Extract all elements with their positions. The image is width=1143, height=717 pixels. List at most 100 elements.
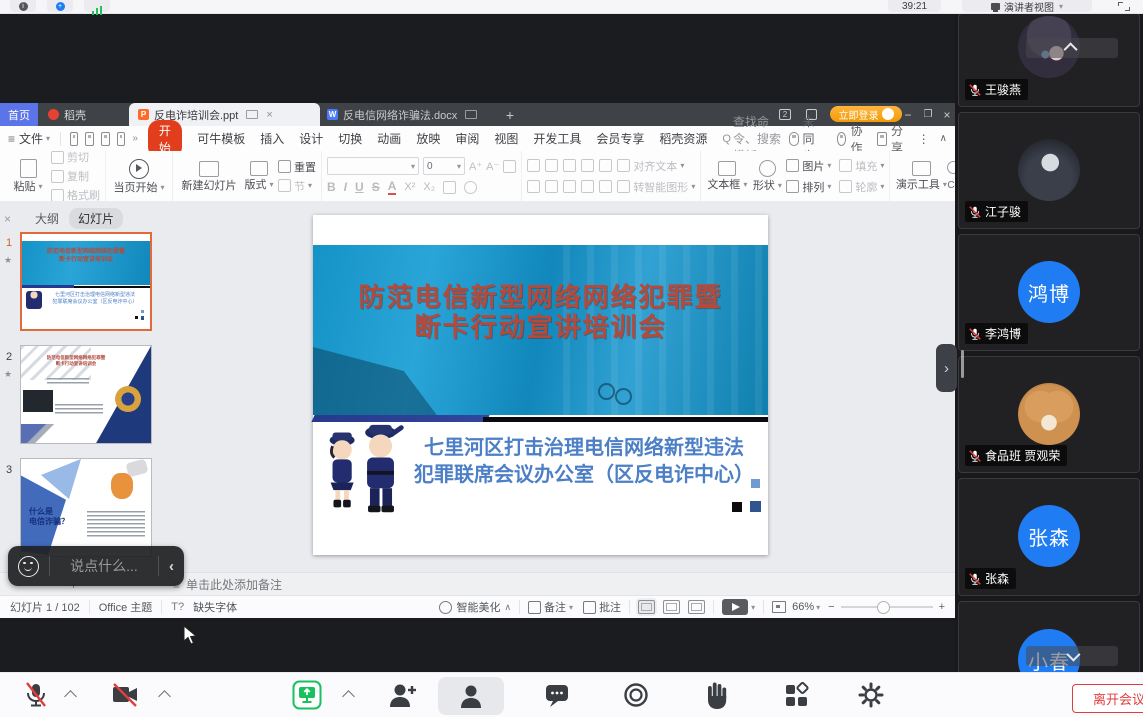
text-effect-icon[interactable]: [443, 181, 456, 194]
print-icon[interactable]: [101, 132, 110, 146]
participants-button[interactable]: [438, 677, 504, 715]
zoom-in-button[interactable]: +: [939, 601, 945, 613]
add-participant-button[interactable]: [388, 681, 418, 709]
participant-tile[interactable]: 江子骏: [958, 112, 1140, 229]
share-options-chevron[interactable]: [342, 690, 355, 703]
reading-view-button[interactable]: [688, 600, 705, 614]
scroll-up-button[interactable]: [1026, 38, 1118, 58]
clear-format-icon[interactable]: [503, 160, 516, 173]
menu-review[interactable]: 审阅: [455, 130, 479, 147]
participant-tile[interactable]: 食品班 贾观荣: [958, 356, 1140, 473]
subscript-button[interactable]: X₂: [423, 181, 435, 193]
zoom-out-button[interactable]: −: [828, 601, 834, 613]
expand-panel-handle[interactable]: ›: [936, 344, 957, 392]
zoom-slider[interactable]: [841, 606, 933, 608]
slide-sorter-view-button[interactable]: [663, 600, 680, 614]
align-center-icon[interactable]: [545, 180, 558, 193]
leave-meeting-button[interactable]: 离开会议: [1072, 684, 1143, 713]
menu-view[interactable]: 视图: [494, 130, 518, 147]
increase-font-button[interactable]: A⁺: [469, 160, 482, 173]
fullscreen-icon[interactable]: [1118, 2, 1130, 11]
more-vertical-icon[interactable]: ⋮: [918, 132, 930, 146]
notes-placeholder[interactable]: 单击此处添加备注: [186, 576, 282, 593]
picture-button[interactable]: 图片▾: [786, 158, 831, 174]
comments-toggle[interactable]: 批注: [583, 599, 621, 615]
menu-file[interactable]: 文件: [19, 130, 43, 147]
menu-insert[interactable]: 插入: [260, 130, 284, 147]
scroll-down-button[interactable]: [1026, 646, 1118, 666]
panel-scrollbar-thumb[interactable]: [961, 350, 964, 378]
slide-thumbnail-1[interactable]: 防范电信新型网络网络犯罪暨断卡行动宣讲培训会 七里河区打击治理电信网络新型违法犯…: [20, 232, 152, 331]
italic-button[interactable]: I: [344, 180, 347, 194]
align-text-button[interactable]: 对齐文本▾: [617, 158, 684, 174]
menu-keniu-template[interactable]: 可牛模板: [197, 130, 245, 147]
more-quick-icons[interactable]: »: [132, 133, 138, 144]
chat-button[interactable]: [543, 681, 571, 709]
smart-graphic-button[interactable]: 转智能图形▾: [617, 179, 695, 195]
decrease-font-button[interactable]: A⁻: [486, 160, 499, 173]
network-stats-button[interactable]: [84, 0, 110, 12]
participant-tile[interactable]: 张森 张森: [958, 478, 1140, 596]
smart-beautify-button[interactable]: 智能美化 ∧: [439, 599, 511, 615]
numbered-list-icon[interactable]: [545, 159, 558, 172]
tab-home[interactable]: 首页: [0, 103, 38, 126]
reset-button[interactable]: 重置: [278, 159, 316, 175]
slide-thumbnail-2[interactable]: 防范电信新型网络网络犯罪暨断卡行动宣讲培训会: [20, 345, 152, 444]
copy-button[interactable]: 复制: [51, 168, 100, 184]
info-button[interactable]: i: [10, 0, 36, 12]
notes-toggle[interactable]: 备注 ▾: [528, 599, 573, 615]
section-button[interactable]: 节▾: [278, 178, 316, 194]
participant-tile[interactable]: 鸿博 李鸿博: [958, 234, 1140, 351]
font-size-select[interactable]: 0▾: [423, 157, 465, 175]
font-family-select[interactable]: ▾: [327, 157, 419, 175]
slide-canvas[interactable]: 防范电信新型网络网络犯罪暨 断卡行动宣讲培训会: [313, 215, 768, 555]
line-spacing-icon[interactable]: [599, 180, 612, 193]
missing-font[interactable]: 缺失字体: [193, 599, 237, 615]
fit-slide-button[interactable]: [772, 601, 786, 613]
menu-devtools[interactable]: 开发工具: [533, 130, 581, 147]
share-screen-button[interactable]: [292, 680, 322, 710]
cut-button[interactable]: 剪切: [51, 149, 100, 165]
normal-view-button[interactable]: [638, 600, 655, 614]
collapse-ribbon-icon[interactable]: ∧: [940, 133, 947, 144]
quick-chat-bubble[interactable]: 说点什么... ‹: [8, 546, 184, 586]
highlight-icon[interactable]: [464, 181, 477, 194]
zoom-level[interactable]: 66%: [792, 601, 814, 613]
menu-transition[interactable]: 切换: [338, 130, 362, 147]
text-direction-icon[interactable]: [599, 159, 612, 172]
layout-button[interactable]: 版式▾: [240, 153, 278, 199]
chat-input-placeholder[interactable]: 说点什么...: [50, 556, 158, 576]
preview-icon[interactable]: [117, 132, 126, 146]
invite-button[interactable]: +: [47, 0, 73, 12]
mic-options-chevron[interactable]: [64, 690, 77, 703]
menu-daoke-res[interactable]: 稻壳资源: [659, 130, 707, 147]
paste-button[interactable]: 粘贴▾: [5, 153, 51, 199]
strikethrough-button[interactable]: S: [372, 180, 380, 194]
slide-thumbnail-3[interactable]: 什么是电信诈骗？: [20, 458, 152, 557]
collapse-chat-icon[interactable]: ‹: [159, 558, 184, 575]
bold-button[interactable]: B: [327, 180, 336, 194]
align-right-icon[interactable]: [563, 180, 576, 193]
mic-muted-button[interactable]: [22, 681, 50, 709]
save-icon[interactable]: [70, 132, 79, 146]
collapse-panel-icon[interactable]: ×: [4, 212, 11, 226]
outline-button[interactable]: 轮廓▾: [839, 179, 884, 195]
menu-animation[interactable]: 动画: [377, 130, 401, 147]
new-tab-button[interactable]: +: [500, 103, 520, 126]
participant-tile[interactable]: 王骏燕: [958, 13, 1140, 107]
shapes-button[interactable]: 形状▾: [748, 153, 786, 199]
emoji-icon[interactable]: [18, 556, 39, 577]
superscript-button[interactable]: X²: [404, 181, 415, 193]
apps-button[interactable]: [782, 681, 811, 710]
raise-hand-button[interactable]: [703, 680, 731, 710]
textbox-button[interactable]: 文本框▾: [706, 153, 748, 199]
indent-icon[interactable]: [581, 159, 594, 172]
view-selector[interactable]: 演讲者视图 ▾: [962, 0, 1092, 12]
theme-name[interactable]: Office 主题: [99, 599, 153, 615]
menu-design[interactable]: 设计: [299, 130, 323, 147]
menu-slideshow[interactable]: 放映: [416, 130, 440, 147]
close-tab-icon[interactable]: ×: [266, 109, 272, 121]
bullet-list-icon[interactable]: [527, 159, 540, 172]
menu-member[interactable]: 会员专享: [596, 130, 644, 147]
settings-button[interactable]: [857, 681, 885, 709]
